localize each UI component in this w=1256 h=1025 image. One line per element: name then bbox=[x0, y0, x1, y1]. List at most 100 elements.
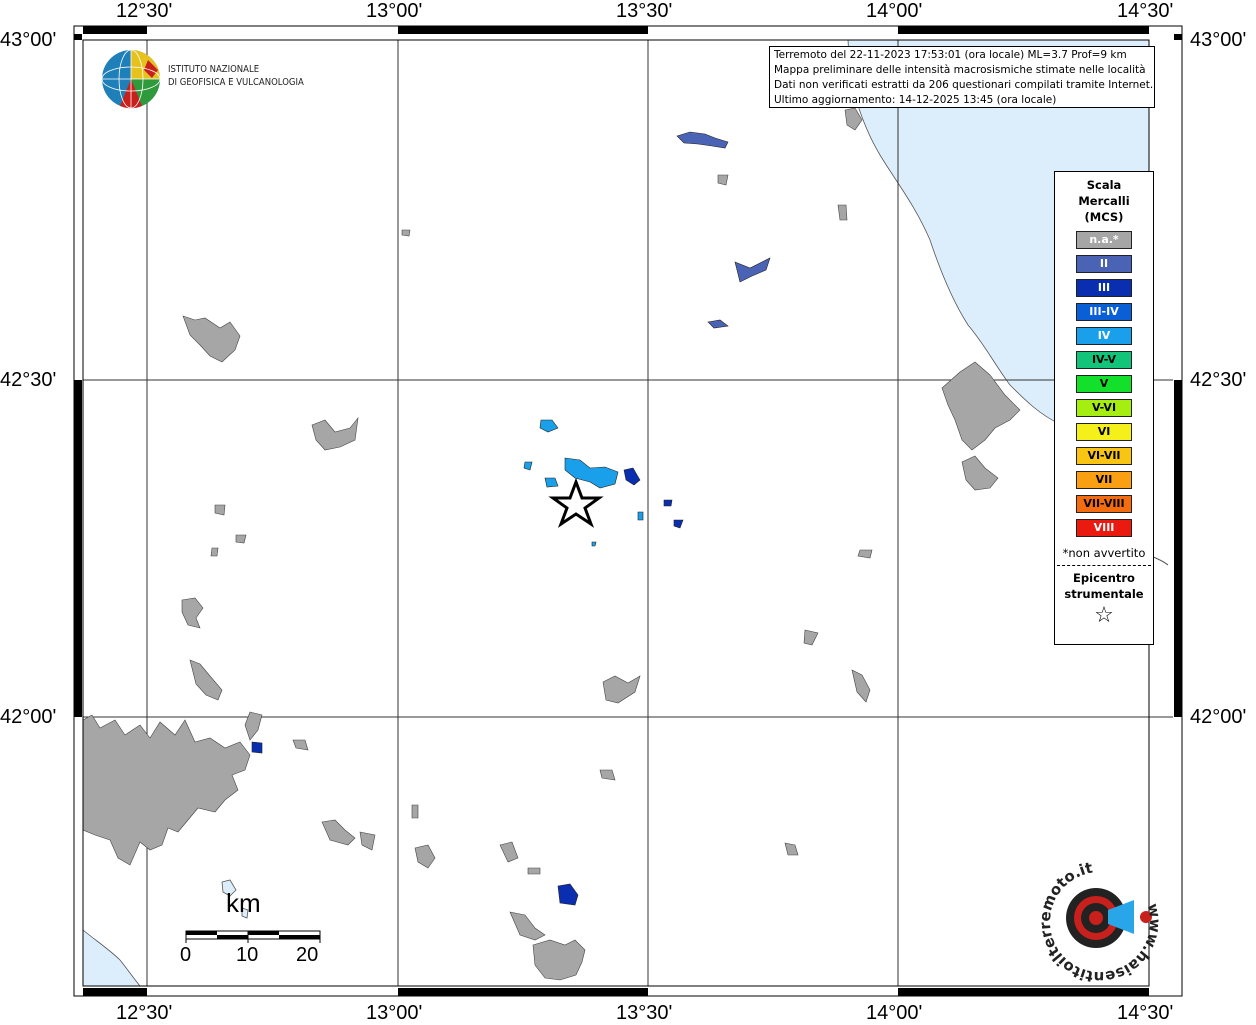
legend-swatch-vi: VI bbox=[1076, 423, 1132, 441]
locality-i bbox=[414, 844, 436, 869]
localities-felt bbox=[251, 131, 771, 906]
lon-tick-bottom-3: 13°30' bbox=[616, 1002, 673, 1024]
lat-tick-left-2: 42°30' bbox=[0, 369, 57, 391]
locality-r bbox=[784, 842, 799, 856]
ingv-name-line1: ISTITUTO NAZIONALE bbox=[168, 64, 260, 75]
locality-intensity-iv-b bbox=[539, 419, 559, 433]
hai-sentito-logo[interactable]: www.haisentitoilterremoto.it bbox=[1018, 840, 1183, 1004]
legend-epicenter-label: Epicentro strumentale bbox=[1055, 570, 1153, 602]
locality-w bbox=[857, 549, 873, 559]
localities-not-felt bbox=[82, 107, 1021, 981]
event-info-line2: Mappa preliminare delle intensità macros… bbox=[774, 64, 1146, 76]
ingv-name-line2: DI GEOFISICA E VULCANOLOGIA bbox=[168, 77, 304, 88]
lat-tick-right-3: 42°00' bbox=[1190, 706, 1247, 728]
locality-a bbox=[182, 315, 241, 363]
lat-tick-left-3: 42°00' bbox=[0, 706, 57, 728]
locality-aa bbox=[411, 804, 419, 819]
locality-g bbox=[509, 911, 546, 941]
lat-tick-right-2: 42°30' bbox=[1190, 369, 1247, 391]
locality-f bbox=[532, 939, 586, 981]
locality-intensity-iv-c bbox=[523, 461, 533, 471]
ingv-globe-icon bbox=[101, 49, 161, 109]
scale-bar bbox=[185, 930, 321, 943]
locality-ab bbox=[527, 867, 541, 875]
legend-swatches: n.a.* II III III-IV IV IV-V V V-VI VI VI-VII VII VI… bbox=[1055, 231, 1153, 537]
legend-swatch-v: V bbox=[1076, 375, 1132, 393]
locality-o bbox=[244, 711, 263, 741]
locality-d bbox=[189, 659, 223, 701]
legend-swatch-vii-viii: VII-VIII bbox=[1076, 495, 1132, 513]
lon-tick-top-5: 14°30' bbox=[1117, 0, 1174, 22]
intensity-legend: Scala Mercalli (MCS) n.a.* II III III-IV IV I… bbox=[1054, 171, 1154, 645]
locality-intensity-iv-d bbox=[544, 477, 559, 488]
ingv-logo: ISTITUTO NAZIONALE DI GEOFISICA E VULCAN… bbox=[100, 48, 340, 110]
legend-swatch-iii: III bbox=[1076, 279, 1132, 297]
tyrrhenian-sea bbox=[82, 929, 141, 987]
lon-tick-bottom-5: 14°30' bbox=[1117, 1002, 1174, 1024]
lon-tick-bottom-2: 13°00' bbox=[366, 1002, 423, 1024]
locality-intensity-iii-e bbox=[673, 519, 684, 529]
locality-e bbox=[602, 675, 641, 704]
event-info-line4: Ultimo aggiornamento: 14-12-2025 13:45 (… bbox=[774, 94, 1057, 106]
locality-intensity-ii-b bbox=[734, 257, 771, 283]
locality-q bbox=[599, 769, 616, 781]
legend-swatch-ii: II bbox=[1076, 255, 1132, 273]
lon-tick-top-4: 14°00' bbox=[866, 0, 923, 22]
scale-label-20: 20 bbox=[296, 944, 319, 966]
lon-tick-top-2: 13°00' bbox=[366, 0, 423, 22]
locality-m bbox=[851, 669, 871, 703]
legend-swatch-iv: IV bbox=[1076, 327, 1132, 345]
lat-tick-right-1: 43°00' bbox=[1190, 29, 1247, 51]
locality-t bbox=[214, 504, 226, 516]
locality-intensity-iii-b bbox=[557, 883, 579, 906]
epicenter-star[interactable] bbox=[548, 477, 604, 528]
legend-swatch-vii: VII bbox=[1076, 471, 1132, 489]
legend-swatch-v-vi: V-VI bbox=[1076, 399, 1132, 417]
locality-intensity-iv-f bbox=[591, 541, 597, 547]
locality-p bbox=[292, 739, 309, 751]
locality-h bbox=[321, 819, 356, 846]
locality-rome bbox=[82, 714, 251, 866]
locality-s bbox=[803, 629, 819, 646]
locality-y bbox=[717, 174, 729, 186]
event-info-line3: Dati non verificati estratti da 206 ques… bbox=[774, 79, 1154, 91]
locality-ac bbox=[359, 831, 376, 851]
locality-x bbox=[837, 204, 848, 221]
locality-intensity-ii-a bbox=[676, 131, 729, 149]
locality-intensity-ii-c bbox=[707, 319, 729, 329]
legend-swatch-viii: VIII bbox=[1076, 519, 1132, 537]
legend-swatch-vi-vii: VI-VII bbox=[1076, 447, 1132, 465]
legend-title-line1: Scala bbox=[1086, 178, 1122, 192]
locality-c bbox=[181, 597, 204, 629]
lon-tick-top-1: 12°30' bbox=[116, 0, 173, 22]
event-info-box: Terremoto del 22-11-2023 17:53:01 (ora l… bbox=[769, 46, 1155, 108]
locality-intensity-iv-a bbox=[564, 457, 619, 489]
locality-intensity-iii-d bbox=[663, 499, 673, 507]
legend-title-line3: (MCS) bbox=[1084, 210, 1124, 224]
locality-b bbox=[311, 416, 359, 451]
locality-intensity-iv-e bbox=[637, 511, 644, 521]
locality-v bbox=[210, 547, 219, 557]
legend-star-icon: ☆ bbox=[1094, 603, 1114, 628]
legend-title-line2: Mercalli bbox=[1078, 194, 1130, 208]
legend-swatch-n-a: n.a.* bbox=[1076, 231, 1132, 249]
legend-title: Scala Mercalli (MCS) bbox=[1055, 177, 1153, 225]
locality-j bbox=[499, 841, 519, 863]
locality-intensity-iii-a bbox=[623, 467, 641, 486]
legend-swatch-iv-v: IV-V bbox=[1076, 351, 1132, 369]
locality-z bbox=[401, 229, 411, 237]
event-info-line1: Terremoto del 22-11-2023 17:53:01 (ora l… bbox=[774, 49, 1127, 61]
legend-na-note: *non avvertito bbox=[1062, 546, 1146, 560]
lat-tick-left-1: 43°00' bbox=[0, 29, 57, 51]
lon-tick-bottom-4: 14°00' bbox=[866, 1002, 923, 1024]
scale-label-0: 0 bbox=[180, 944, 192, 966]
legend-swatch-iii-iv: III-IV bbox=[1076, 303, 1132, 321]
lon-tick-top-3: 13°30' bbox=[616, 0, 673, 22]
scale-label-10: 10 bbox=[236, 944, 259, 966]
lon-tick-bottom-1: 12°30' bbox=[116, 1002, 173, 1024]
locality-intensity-iii-c bbox=[251, 741, 263, 754]
legend-epicenter-line1: Epicentro bbox=[1073, 571, 1135, 585]
legend-epicenter-line2: strumentale bbox=[1064, 587, 1144, 601]
legend-divider bbox=[1057, 565, 1151, 566]
locality-u bbox=[235, 534, 247, 544]
